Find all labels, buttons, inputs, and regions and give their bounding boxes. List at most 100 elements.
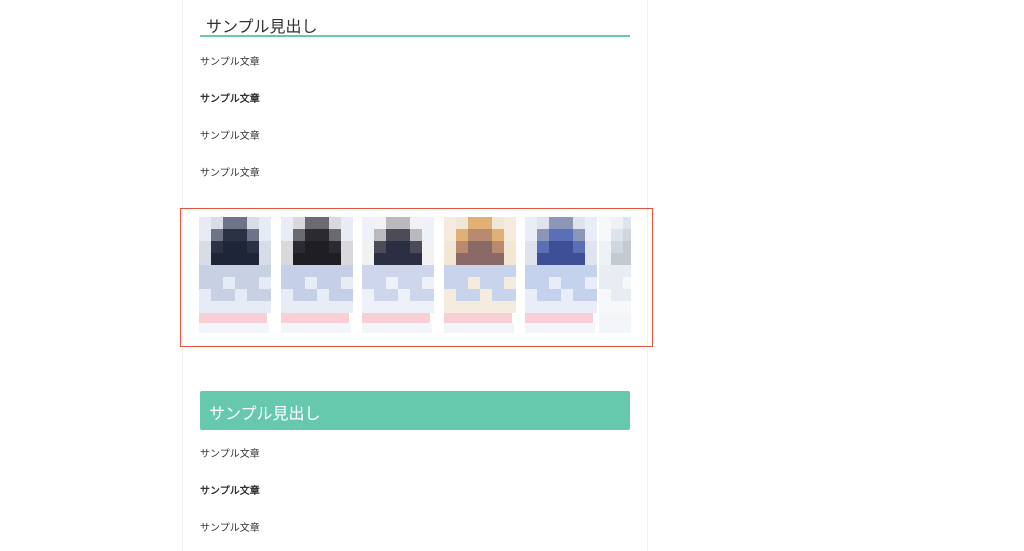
- thumbnail-pixel: [223, 253, 235, 265]
- paragraph: サンプル文章: [200, 449, 260, 460]
- card-footer: [199, 323, 269, 333]
- product-card[interactable]: [599, 217, 631, 335]
- price-bar: [281, 313, 349, 323]
- thumbnail-pixel: [247, 241, 259, 253]
- thumbnail-pixel: [537, 277, 549, 289]
- product-card[interactable]: [444, 217, 516, 335]
- thumbnail-pixel: [362, 277, 374, 289]
- thumbnail-pixel: [281, 289, 293, 301]
- thumbnail-pixel: [341, 217, 353, 229]
- thumbnail-pixel: [329, 301, 341, 313]
- section-heading-text: サンプル見出し: [206, 17, 318, 36]
- thumbnail-pixel: [504, 229, 516, 241]
- thumbnail-pixel: [374, 277, 386, 289]
- thumbnail-pixel: [235, 241, 247, 253]
- thumbnail-pixel: [341, 265, 353, 277]
- price-bar: [199, 313, 267, 323]
- thumbnail-pixel: [386, 277, 398, 289]
- thumbnail-pixel: [386, 241, 398, 253]
- thumbnail-pixel: [549, 277, 561, 289]
- thumbnail-pixel: [199, 277, 211, 289]
- thumbnail-pixel: [573, 217, 585, 229]
- thumbnail-pixel: [281, 253, 293, 265]
- thumbnail-pixel: [456, 289, 468, 301]
- thumbnail-pixel: [211, 289, 223, 301]
- thumbnail-pixel: [422, 229, 434, 241]
- thumbnail-pixel: [374, 289, 386, 301]
- thumbnail-pixel: [623, 253, 631, 265]
- thumbnail-pixel: [410, 289, 422, 301]
- thumbnail-pixel: [398, 229, 410, 241]
- thumbnail-pixel: [374, 253, 386, 265]
- thumbnail-pixel: [293, 265, 305, 277]
- thumbnail-pixel: [259, 277, 271, 289]
- thumbnail-pixel: [305, 229, 317, 241]
- thumbnail-pixel: [561, 217, 573, 229]
- thumbnail-pixel: [211, 301, 223, 313]
- thumbnail-pixel: [211, 217, 223, 229]
- thumbnail-pixel: [480, 229, 492, 241]
- highlighted-product-carousel: [180, 208, 653, 347]
- thumbnail-pixel: [504, 289, 516, 301]
- thumbnail-pixel: [549, 241, 561, 253]
- thumbnail-pixel: [623, 277, 631, 289]
- product-card[interactable]: [281, 217, 353, 335]
- thumbnail-pixel: [235, 301, 247, 313]
- price-bar: [525, 313, 593, 323]
- thumbnail-pixel: [525, 301, 537, 313]
- thumbnail-pixel: [456, 265, 468, 277]
- thumbnail-pixel: [293, 301, 305, 313]
- thumbnail-pixel: [480, 241, 492, 253]
- thumbnail-pixel: [599, 301, 611, 313]
- thumbnail-pixel: [398, 253, 410, 265]
- thumbnail-pixel: [611, 289, 623, 301]
- thumbnail-pixel: [537, 301, 549, 313]
- thumbnail-pixel: [611, 229, 623, 241]
- thumbnail-pixel: [223, 289, 235, 301]
- thumbnail-pixel: [223, 277, 235, 289]
- product-strip[interactable]: [199, 217, 631, 335]
- thumbnail-pixel: [525, 289, 537, 301]
- thumbnail-pixel: [199, 265, 211, 277]
- thumbnail-pixel: [293, 253, 305, 265]
- product-card[interactable]: [199, 217, 271, 335]
- thumbnail-pixel: [561, 241, 573, 253]
- product-card[interactable]: [525, 217, 597, 335]
- thumbnail-pixel: [374, 229, 386, 241]
- thumbnail-pixel: [468, 253, 480, 265]
- thumbnail-pixel: [599, 241, 611, 253]
- thumbnail-pixel: [468, 241, 480, 253]
- thumbnail-pixel: [561, 289, 573, 301]
- thumbnail-pixel: [585, 265, 597, 277]
- thumbnail-pixel: [456, 229, 468, 241]
- thumbnail-pixel: [317, 217, 329, 229]
- thumbnail-pixel: [329, 289, 341, 301]
- thumbnail-pixel: [341, 241, 353, 253]
- thumbnail-pixel: [329, 229, 341, 241]
- thumbnail-pixel: [525, 217, 537, 229]
- thumbnail-pixel: [199, 217, 211, 229]
- thumbnail-pixel: [422, 301, 434, 313]
- product-card[interactable]: [362, 217, 434, 335]
- thumbnail-pixel: [561, 265, 573, 277]
- thumbnail-pixel: [573, 241, 585, 253]
- thumbnail-pixel: [456, 217, 468, 229]
- thumbnail-pixel: [623, 301, 631, 313]
- card-footer: [525, 323, 595, 333]
- section-heading-filled: サンプル見出し: [200, 391, 630, 430]
- thumbnail-pixel: [281, 229, 293, 241]
- thumbnail-pixel: [398, 301, 410, 313]
- thumbnail-pixel: [422, 241, 434, 253]
- thumbnail-pixel: [223, 241, 235, 253]
- thumbnail-pixel: [386, 289, 398, 301]
- thumbnail-pixel: [549, 265, 561, 277]
- thumbnail-pixel: [223, 217, 235, 229]
- thumbnail-pixel: [259, 241, 271, 253]
- thumbnail-pixel: [317, 241, 329, 253]
- thumbnail-pixel: [468, 217, 480, 229]
- thumbnail-pixel: [585, 229, 597, 241]
- thumbnail-pixel: [386, 301, 398, 313]
- thumbnail-pixel: [223, 301, 235, 313]
- card-footer: [362, 323, 432, 333]
- thumbnail-pixel: [293, 289, 305, 301]
